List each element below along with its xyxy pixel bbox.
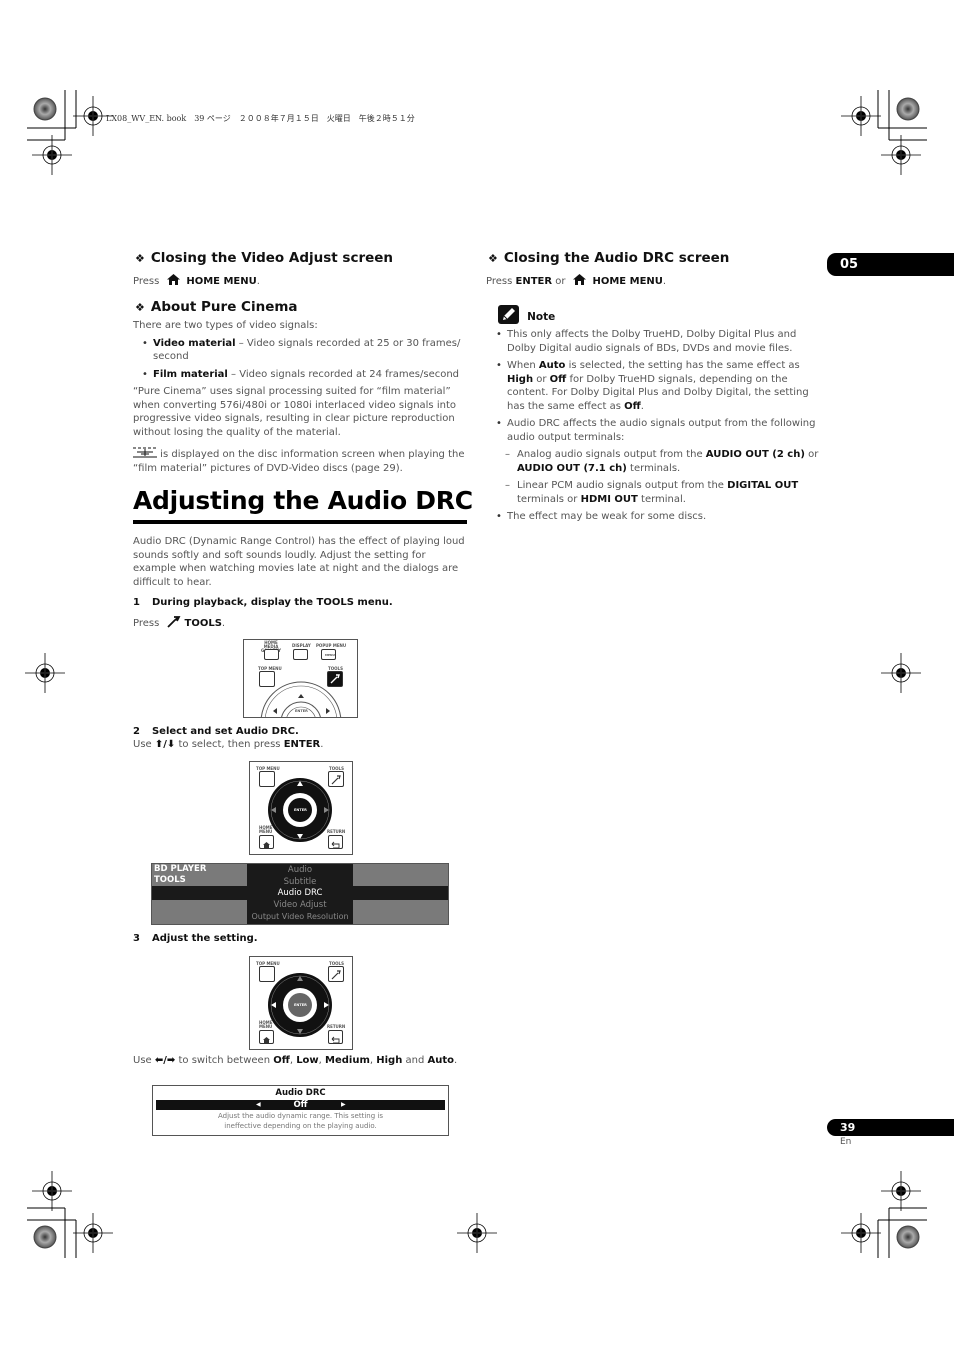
home-icon xyxy=(263,1037,270,1043)
diamond-bullet-icon: ❖ xyxy=(135,301,145,314)
step-3: 3 Adjust the setting. xyxy=(133,933,258,944)
menu-item-audio-drc[interactable]: Audio DRC xyxy=(247,888,353,900)
remote-label: ENTER xyxy=(295,709,308,713)
return-icon xyxy=(331,1036,340,1044)
home-menu-button[interactable] xyxy=(259,835,274,849)
tools-menu-lower-right-bg xyxy=(353,900,448,924)
closing-video-adjust-instruction: Press HOME MENU. xyxy=(133,274,260,287)
audio-drc-description: Adjust the audio dynamic range. This set… xyxy=(217,1112,383,1130)
remote-label: RETURN xyxy=(327,829,346,834)
note-heading: Note xyxy=(498,305,555,324)
list-item: When Auto is selected, the setting has t… xyxy=(494,359,820,413)
chapter-tab: 05 xyxy=(827,253,954,276)
pencil-note-icon xyxy=(498,305,519,324)
step-1: 1 During playback, display the TOOLS menu… xyxy=(133,597,393,608)
pure-cinema-body: There are two types of video signals: Vi… xyxy=(133,319,468,475)
closing-audio-drc-instruction: Press ENTER or HOME MENU. xyxy=(486,274,667,287)
step-1-instruction: Press TOOLS. xyxy=(133,615,225,631)
note-body: This only affects the Dolby TrueHD, Dolb… xyxy=(494,328,820,524)
remote-illustration-dpad: TOP MENU TOOLS ENTER HOME MENU RETURN xyxy=(249,956,353,1050)
menu-item-audio[interactable]: Audio xyxy=(247,865,353,877)
audio-drc-setting-title: Audio DRC xyxy=(275,1088,326,1098)
list-item: The effect may be weak for some discs. xyxy=(494,510,820,524)
tools-menu-list: Audio Subtitle Audio DRC Video Adjust Ou… xyxy=(247,865,353,923)
audio-drc-value-selector[interactable]: ◀ Off ▶ xyxy=(156,1100,445,1110)
left-right-arrows-icon: ⬅/➡ xyxy=(154,1055,176,1066)
menu-item-video-adjust[interactable]: Video Adjust xyxy=(247,900,353,912)
step-2-instruction: Use ⬆/⬇ to select, then press ENTER. xyxy=(133,739,324,750)
diamond-bullet-icon: ❖ xyxy=(488,252,498,265)
remote-illustration-dpad: TOP MENU TOOLS ENTER HOME MENU RETURN xyxy=(249,761,353,855)
audio-drc-value: Off xyxy=(293,1100,308,1110)
arrow-right-icon[interactable]: ▶ xyxy=(341,1100,346,1110)
home-icon xyxy=(573,274,587,285)
menu-item-subtitle[interactable]: Subtitle xyxy=(247,877,353,889)
tools-menu-title: BD PLAYER TOOLS xyxy=(154,864,207,885)
home-icon xyxy=(167,274,181,285)
step-3-instruction: Use ⬅/➡ to switch between Off, Low, Medi… xyxy=(133,1055,458,1066)
pure-cinema-para: “Pure Cinema” uses signal processing sui… xyxy=(133,386,456,438)
list-item: Video material – Video signals recorded … xyxy=(140,337,468,364)
remote-label[interactable]: ENTER xyxy=(294,808,307,812)
section-heading-closing-audio-drc: ❖ Closing the Audio DRC screen xyxy=(488,250,730,266)
list-subitem: Linear PCM audio signals output from the… xyxy=(505,479,820,506)
return-button[interactable] xyxy=(328,1030,343,1044)
home-menu-button[interactable] xyxy=(259,1030,274,1044)
remote-label[interactable]: ENTER xyxy=(294,1003,307,1007)
title-rule xyxy=(133,520,467,524)
page-language: En xyxy=(840,1137,852,1147)
home-icon xyxy=(263,842,270,848)
section-heading-closing-video-adjust: ❖ Closing the Video Adjust screen xyxy=(135,250,394,266)
chapter-number: 05 xyxy=(840,257,859,272)
pure-cinema-note: is displayed on the disc information scr… xyxy=(133,447,465,474)
tools-icon xyxy=(166,616,180,628)
pure-cinema-intro: There are two types of video signals: xyxy=(133,320,318,331)
dpad-icon xyxy=(260,681,342,717)
print-header: LX08_WV_EN. book 39 ページ ２００８年７月１５日 火曜日 午… xyxy=(106,114,415,123)
list-item: Audio DRC affects the audio signals outp… xyxy=(494,417,820,444)
page-number: 39 xyxy=(840,1121,856,1134)
up-down-arrows-icon: ⬆/⬇ xyxy=(154,739,176,750)
step-2: 2 Select and set Audio DRC. xyxy=(133,726,299,737)
return-button[interactable] xyxy=(328,835,343,849)
page-number-tab: 39 xyxy=(827,1119,954,1136)
arrow-left-icon[interactable]: ◀ xyxy=(256,1100,261,1110)
page-title: Adjusting the Audio DRC xyxy=(133,486,473,515)
menu-item-output-video-resolution[interactable]: Output Video Resolution xyxy=(247,911,353,923)
tools-menu-right-bg xyxy=(353,864,448,886)
film-indicator-icon xyxy=(133,447,157,458)
remote-illustration-tools: HOME MEDIA GALLERY DISPLAY POPUP MENU ME… xyxy=(243,639,358,718)
tools-menu-lower-left-bg xyxy=(152,900,247,924)
tools-menu-panel: BD PLAYER TOOLS Audio Subtitle Audio DRC… xyxy=(151,863,449,925)
crop-marks xyxy=(24,90,927,1258)
remote-label: RETURN xyxy=(327,1024,346,1029)
list-subitem: Analog audio signals output from the AUD… xyxy=(505,448,820,475)
list-item: Film material – Video signals recorded a… xyxy=(140,368,468,382)
remote-label: HOME MENU xyxy=(259,1020,273,1029)
section-heading-pure-cinema: ❖ About Pure Cinema xyxy=(135,299,298,315)
return-icon xyxy=(331,841,340,849)
remote-label: HOME MENU xyxy=(259,825,273,834)
audio-drc-intro: Audio DRC (Dynamic Range Control) has th… xyxy=(133,536,465,588)
list-item: This only affects the Dolby TrueHD, Dolb… xyxy=(494,328,820,355)
audio-drc-setting-box: Audio DRC ◀ Off ▶ Adjust the audio dynam… xyxy=(152,1085,449,1136)
diamond-bullet-icon: ❖ xyxy=(135,252,145,265)
